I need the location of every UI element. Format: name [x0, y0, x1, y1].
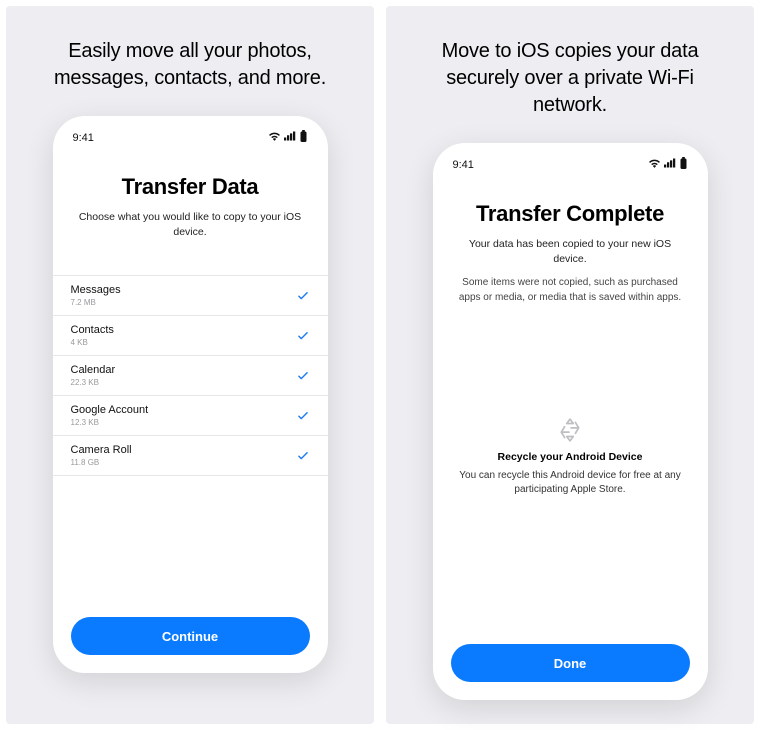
list-item[interactable]: Camera Roll 11.8 GB	[53, 436, 328, 476]
list-item-label: Camera Roll	[71, 444, 132, 456]
list-item-label: Google Account	[71, 404, 149, 416]
status-bar: 9:41	[433, 147, 708, 176]
list-item-label: Contacts	[71, 324, 114, 336]
phone-content: Transfer Complete Your data has been cop…	[433, 176, 708, 700]
status-icons	[648, 157, 688, 172]
transfer-list: Messages 7.2 MB Contacts 4 KB Calendar	[53, 275, 328, 476]
list-item-size: 7.2 MB	[71, 298, 121, 307]
wifi-icon	[268, 131, 281, 144]
phone-footer: Continue	[53, 603, 328, 673]
battery-icon	[299, 130, 308, 145]
screen-subtitle: Your data has been copied to your new iO…	[433, 237, 708, 266]
screen-note: Some items were not copied, such as purc…	[433, 276, 708, 305]
signal-icon	[284, 131, 296, 144]
wifi-icon	[648, 158, 661, 171]
list-item-label: Messages	[71, 284, 121, 296]
status-time: 9:41	[453, 159, 474, 171]
checkmark-icon	[296, 449, 310, 463]
checkmark-icon	[296, 409, 310, 423]
list-item[interactable]: Google Account 12.3 KB	[53, 396, 328, 436]
screen-subtitle: Choose what you would like to copy to yo…	[53, 210, 328, 239]
phone-content: Transfer Data Choose what you would like…	[53, 149, 328, 673]
done-button[interactable]: Done	[451, 644, 690, 682]
recycle-title: Recycle your Android Device	[455, 451, 686, 463]
list-item-size: 12.3 KB	[71, 418, 149, 427]
checkmark-icon	[296, 289, 310, 303]
continue-button[interactable]: Continue	[71, 617, 310, 655]
list-item[interactable]: Calendar 22.3 KB	[53, 356, 328, 396]
list-item-size: 22.3 KB	[71, 378, 116, 387]
phone-frame: 9:41 Transfer Data Choose what you would…	[53, 116, 328, 673]
status-time: 9:41	[73, 132, 94, 144]
list-item[interactable]: Contacts 4 KB	[53, 316, 328, 356]
list-item[interactable]: Messages 7.2 MB	[53, 276, 328, 316]
screen-title: Transfer Complete	[433, 201, 708, 227]
headline: Easily move all your photos, messages, c…	[6, 38, 374, 92]
headline: Move to iOS copies your data securely ov…	[386, 38, 754, 119]
status-bar: 9:41	[53, 120, 328, 149]
screenshot-panel-1: Easily move all your photos, messages, c…	[6, 6, 374, 724]
recycle-block: Recycle your Android Device You can recy…	[433, 417, 708, 497]
signal-icon	[664, 158, 676, 171]
list-item-size: 4 KB	[71, 338, 114, 347]
screenshot-panel-2: Move to iOS copies your data securely ov…	[386, 6, 754, 724]
phone-footer: Done	[433, 630, 708, 700]
checkmark-icon	[296, 369, 310, 383]
phone-frame: 9:41 Transfer Complete Your data has bee…	[433, 143, 708, 700]
checkmark-icon	[296, 329, 310, 343]
list-item-size: 11.8 GB	[71, 458, 132, 467]
status-icons	[268, 130, 308, 145]
screen-title: Transfer Data	[53, 174, 328, 200]
battery-icon	[679, 157, 688, 172]
list-item-label: Calendar	[71, 364, 116, 376]
recycle-desc: You can recycle this Android device for …	[455, 469, 686, 497]
recycle-icon	[557, 417, 583, 443]
